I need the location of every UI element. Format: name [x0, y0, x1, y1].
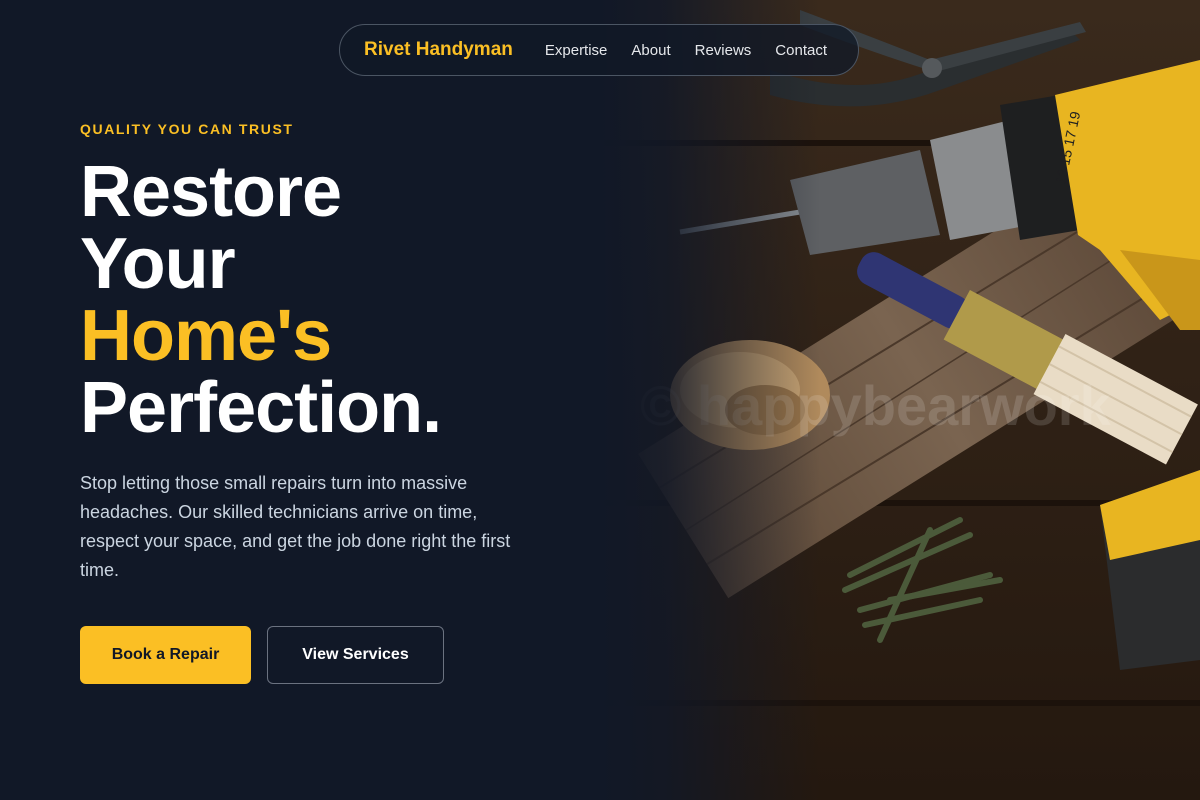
image-watermark: © happybearwork — [640, 374, 1112, 437]
hero-eyebrow: QUALITY YOU CAN TRUST — [80, 121, 294, 137]
book-repair-button[interactable]: Book a Repair — [80, 626, 251, 684]
headline-line-4: Perfection. — [80, 368, 442, 448]
headline-line-1: Restore — [80, 152, 342, 232]
headline-line-3-accent: Home's — [80, 296, 332, 376]
view-services-button[interactable]: View Services — [267, 626, 444, 684]
tools-illustration: 13 15 17 19 © happybearwork — [600, 0, 1200, 800]
nav-links: Expertise About Reviews Contact — [545, 42, 827, 59]
brand-logo[interactable]: Rivet Handyman — [364, 39, 513, 61]
hero-page: 13 15 17 19 © happybearwork Rivet Handym… — [0, 0, 1200, 800]
hero-tools-image: 13 15 17 19 © happybearwork — [600, 0, 1200, 800]
nav-link-expertise[interactable]: Expertise — [545, 42, 608, 59]
hero-description: Stop letting those small repairs turn in… — [80, 473, 511, 580]
nav-link-reviews[interactable]: Reviews — [695, 42, 752, 59]
nav-link-about[interactable]: About — [631, 42, 670, 59]
headline-line-2: Your — [80, 224, 236, 304]
hero-headline: Restore Your Home's Perfection. — [80, 152, 442, 448]
top-navigation: Rivet Handyman Expertise About Reviews C… — [339, 24, 859, 76]
nav-link-contact[interactable]: Contact — [775, 42, 827, 59]
